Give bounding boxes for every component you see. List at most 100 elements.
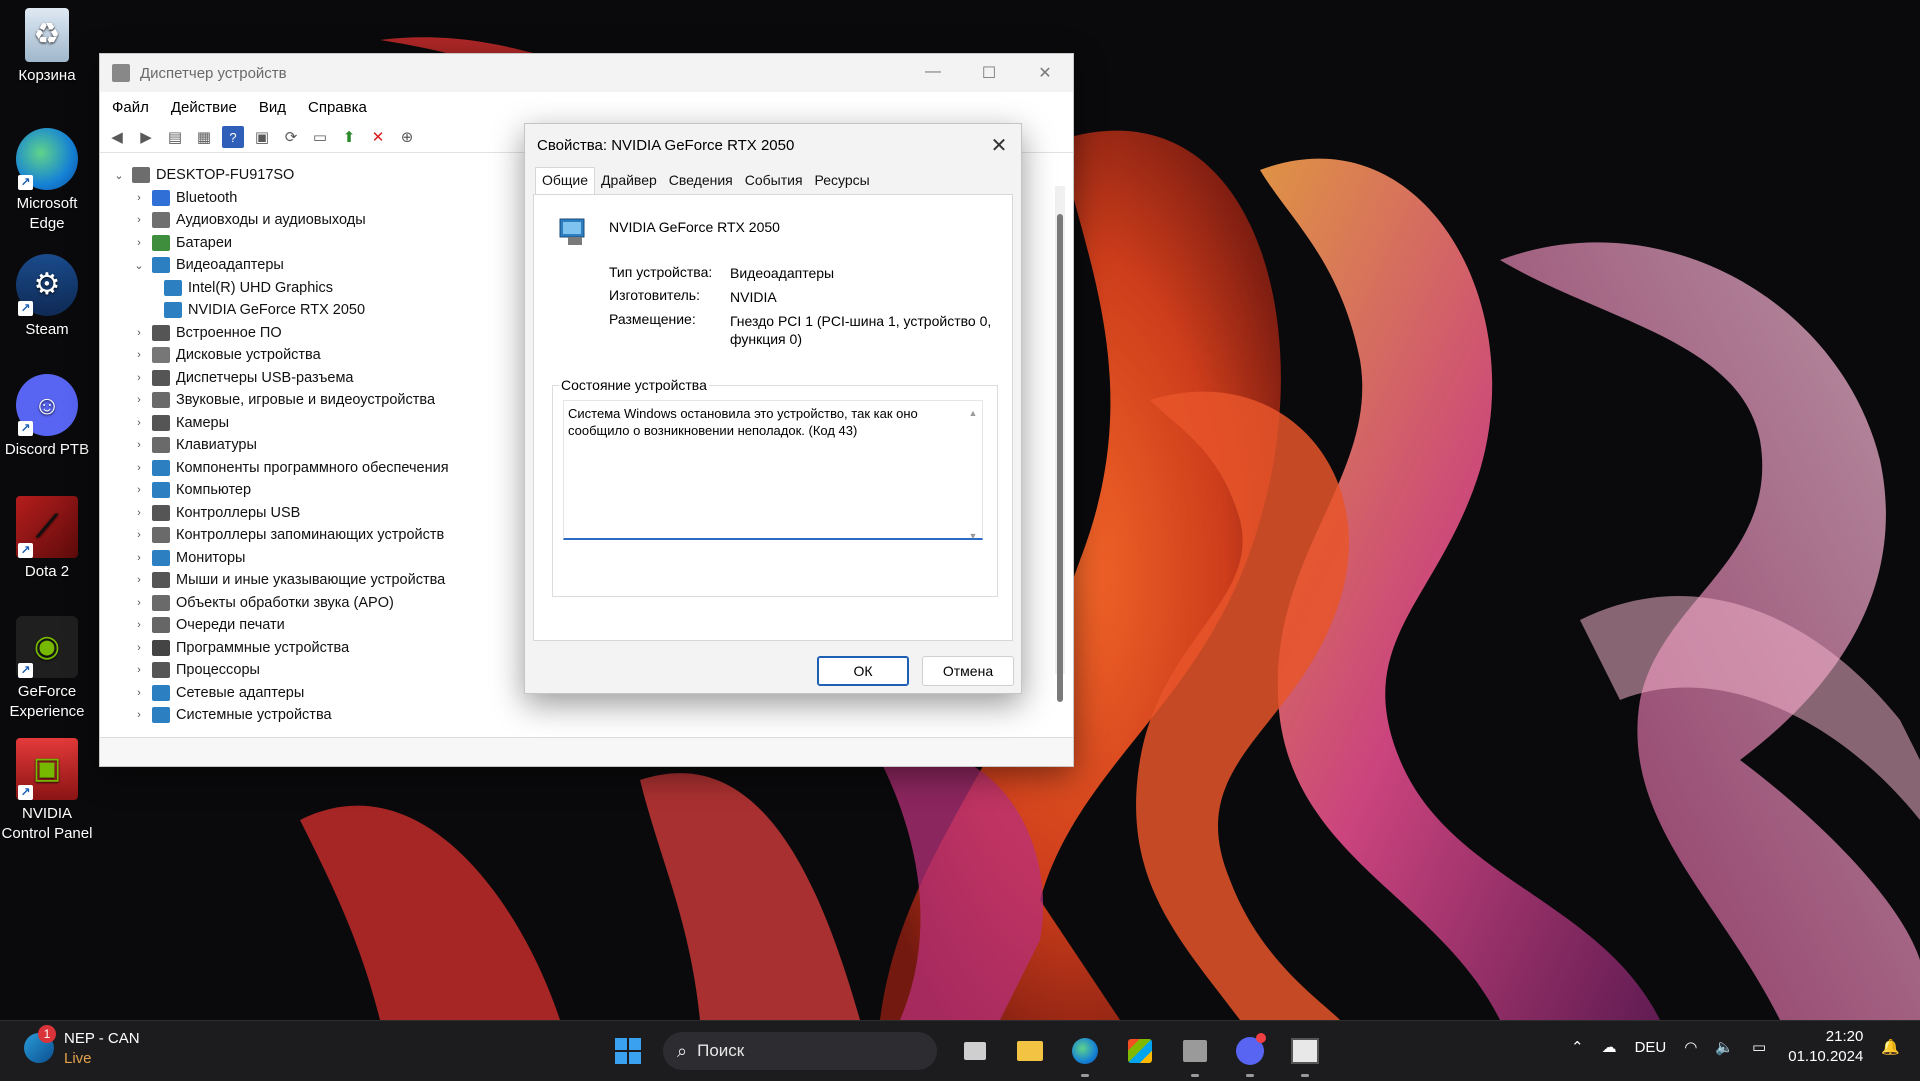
minimize-button[interactable]: — [905,63,961,83]
chevron-right-icon[interactable]: › [132,484,146,496]
category-icon [152,662,170,679]
chevron-up-icon[interactable]: ⌃ [1571,1038,1584,1056]
chevron-right-icon[interactable]: › [132,664,146,676]
forward-arrow-icon[interactable]: ▶ [135,126,157,148]
chevron-down-icon[interactable]: ⌄ [132,259,146,272]
status-scrollbar[interactable]: ▲ ▼ [968,405,978,541]
chevron-right-icon[interactable]: › [132,687,146,699]
chevron-right-icon[interactable]: › [132,372,146,384]
chevron-right-icon[interactable]: › [132,642,146,654]
dialog-title-bar[interactable]: Свойства: NVIDIA GeForce RTX 2050 ✕ [525,124,1021,166]
show-hide-console-tree-icon[interactable]: ▤ [164,126,186,148]
uninstall-device-icon[interactable]: ✕ [367,126,389,148]
desktop-icon-geforce[interactable]: ◉ ↗ GeForce Experience [0,616,94,722]
tree-category-label: Программные устройства [176,639,350,656]
device-manager-icon [1183,1040,1207,1062]
scrollbar-thumb[interactable] [1057,214,1063,702]
close-button[interactable]: ✕ [1017,63,1073,83]
maximize-button[interactable]: ☐ [961,63,1017,83]
update-driver-icon[interactable]: ⬆ [338,126,360,148]
desktop-icon-edge[interactable]: ↗ Microsoft Edge [0,128,94,234]
desktop-icon-recycle-bin[interactable]: ♻ Корзина [0,8,94,86]
tab-resources[interactable]: Ресурсы [809,168,876,194]
onedrive-icon[interactable]: ☁ [1602,1038,1617,1056]
desktop-icon-dota2[interactable]: ⟋ ↗ Dota 2 [0,496,94,582]
chevron-down-icon[interactable]: ⌄ [112,169,126,182]
manufacturer-value: NVIDIA [730,289,777,305]
menu-action[interactable]: Действие [171,99,237,116]
category-icon [152,527,170,544]
chevron-right-icon[interactable]: › [132,597,146,609]
tab-events[interactable]: События [739,168,809,194]
chevron-right-icon[interactable]: › [132,214,146,226]
title-bar[interactable]: Диспетчер устройств — ☐ ✕ [100,54,1073,92]
category-icon [152,639,170,656]
tree-category-label: Видеоадаптеры [176,257,284,274]
scan-hardware-icon[interactable]: ⟳ [280,126,302,148]
chevron-right-icon[interactable]: › [132,507,146,519]
chevron-right-icon[interactable]: › [132,439,146,451]
tree-category-label: Встроенное ПО [176,324,282,341]
vertical-scrollbar[interactable] [1055,186,1065,702]
device-status-title: Состояние устройства [559,377,709,393]
ddu-button[interactable] [1285,1031,1325,1077]
notifications-icon[interactable]: 🔔 [1881,1038,1900,1056]
chevron-right-icon[interactable]: › [132,349,146,361]
search-box[interactable]: ⌕ Поиск [663,1032,937,1070]
input-language[interactable]: DEU [1635,1039,1667,1056]
ok-button[interactable]: ОК [817,656,909,686]
edge-taskbar-button[interactable] [1065,1031,1105,1077]
tab-details[interactable]: Сведения [663,168,739,194]
start-button[interactable] [608,1031,648,1071]
desktop-icon-discord[interactable]: ☺ ↗ Discord PTB [0,374,94,460]
help-icon[interactable]: ? [222,126,244,148]
chevron-right-icon[interactable]: › [132,327,146,339]
back-arrow-icon[interactable]: ◀ [106,126,128,148]
volume-icon[interactable]: 🔈 [1715,1038,1734,1056]
file-explorer-button[interactable] [1010,1031,1050,1071]
wifi-icon[interactable]: ◠ [1684,1038,1697,1056]
menu-file[interactable]: Файл [112,99,149,116]
properties-dialog: Свойства: NVIDIA GeForce RTX 2050 ✕ Общи… [524,123,1022,694]
recycle-bin-icon: ♻ [25,8,69,62]
cancel-button[interactable]: Отмена [922,656,1014,686]
device-status-textbox[interactable]: Система Windows остановила это устройств… [563,400,983,541]
chevron-right-icon[interactable]: › [132,552,146,564]
chevron-right-icon[interactable]: › [132,394,146,406]
notification-badge: 1 [38,1025,56,1043]
desktop-icon-nvidia-control-panel[interactable]: ▣ ↗ NVIDIA Control Panel [0,738,94,844]
tree-category-label: Контроллеры запоминающих устройств [176,527,445,544]
chevron-right-icon[interactable]: › [132,237,146,249]
chevron-right-icon[interactable]: › [132,619,146,631]
shortcut-arrow-icon: ↗ [18,421,33,436]
discord-taskbar-button[interactable] [1230,1031,1270,1077]
chevron-right-icon[interactable]: › [132,709,146,721]
store-button[interactable] [1120,1031,1160,1071]
task-view-button[interactable] [955,1031,995,1071]
tree-category[interactable]: › Системные устройства [106,704,1056,727]
monitor-icon[interactable]: ▭ [309,126,331,148]
view-icon[interactable]: ▣ [251,126,273,148]
tree-category-label: Батареи [176,234,233,251]
properties-icon[interactable]: ▦ [193,126,215,148]
chevron-right-icon[interactable]: › [132,574,146,586]
chevron-right-icon[interactable]: › [132,417,146,429]
category-icon [152,392,170,409]
widgets-button[interactable]: 1 NEP - CAN Live [24,1025,140,1069]
desktop-icon-steam[interactable]: ⚙ ↗ Steam [0,254,94,340]
dialog-close-button[interactable]: ✕ [977,133,1021,158]
manufacturer-label: Изготовитель: [609,287,700,303]
tab-driver[interactable]: Драйвер [595,168,663,194]
menu-view[interactable]: Вид [259,99,286,116]
device-name: NVIDIA GeForce RTX 2050 [609,219,780,235]
download-icon[interactable]: ⊕ [396,126,418,148]
chevron-right-icon[interactable]: › [132,192,146,204]
device-manager-taskbar-button[interactable] [1175,1031,1215,1077]
tab-general[interactable]: Общие [535,167,596,194]
chevron-right-icon[interactable]: › [132,462,146,474]
battery-icon[interactable]: ▭ [1752,1038,1766,1056]
menu-help[interactable]: Справка [308,99,367,116]
chevron-right-icon[interactable]: › [132,529,146,541]
running-indicator [1301,1074,1309,1077]
clock[interactable]: 21:20 01.10.2024 [1788,1027,1863,1067]
